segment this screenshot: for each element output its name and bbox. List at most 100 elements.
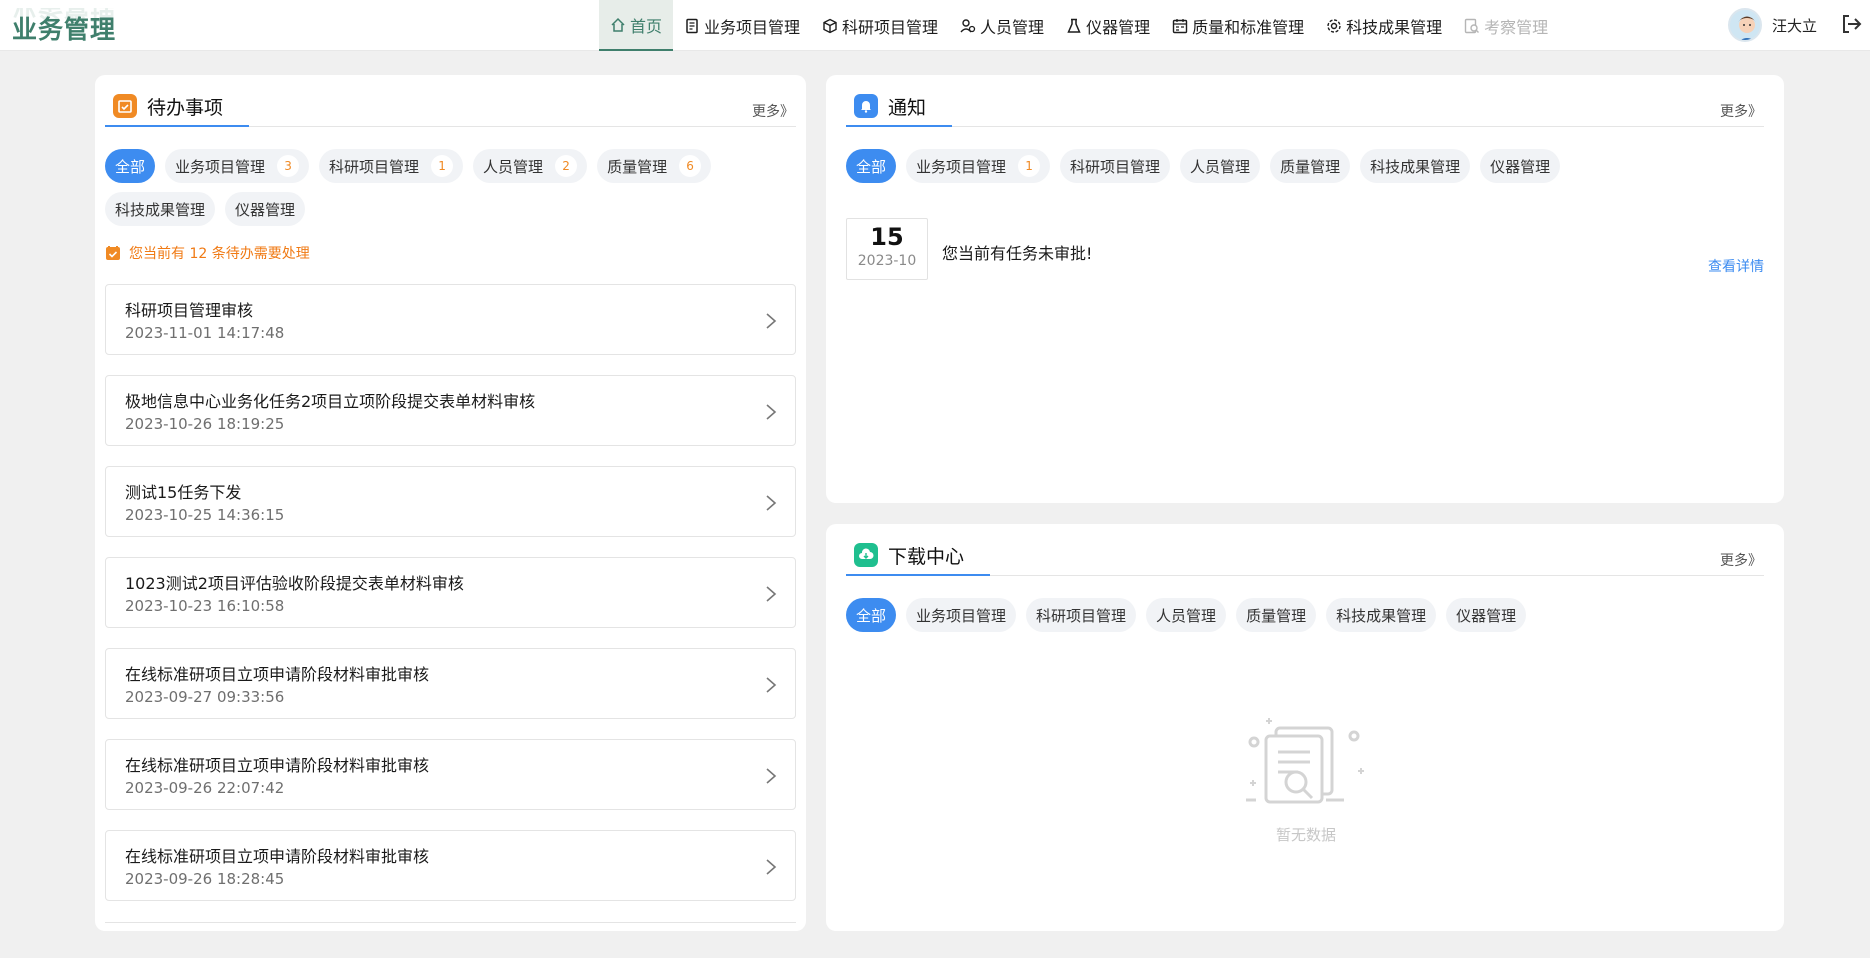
todo-item[interactable]: 在线标准研项目立项申请阶段材料审批审核 2023-09-26 22:07:42 <box>105 739 796 810</box>
filter-tab-label: 业务项目管理 <box>175 157 266 176</box>
top-bar: 业务管理 业务管理 首页 业务项目管理 科研项目管理 人员管理 仪器管理 质量和标准管理科… <box>0 0 1870 51</box>
chevron-right-icon <box>766 586 777 602</box>
empty-state: 暂无数据 <box>1226 714 1386 845</box>
search-doc-icon <box>1464 18 1480 33</box>
filter-tab[interactable]: 科技成果管理 <box>1326 598 1437 632</box>
download-tabs: 全部 业务项目管理 科研项目管理 人员管理 质量管理 科技成果管理 仪器管理 <box>846 598 1764 632</box>
logout-icon[interactable] <box>1840 13 1862 35</box>
todo-item[interactable]: 在线标准研项目立项申请阶段材料审批审核 2023-09-27 09:33:56 <box>105 648 796 719</box>
nav-item-4[interactable]: 仪器管理 <box>1055 0 1161 51</box>
download-title-text: 下载中心 <box>888 545 965 568</box>
nav-item-3[interactable]: 人员管理 <box>949 0 1055 51</box>
filter-tab[interactable]: 全部 <box>105 149 156 183</box>
cube-icon <box>823 18 837 33</box>
filter-tab-label: 科研项目管理 <box>1036 606 1127 625</box>
calendar-check-icon <box>113 94 137 118</box>
calendar-check-icon <box>106 246 120 260</box>
date-badge: 15 2023-10 <box>846 218 928 280</box>
count-badge: 2 <box>555 155 578 177</box>
app-title-reflection: 业务管理 <box>12 8 117 25</box>
notice-more-link[interactable]: 更多》 <box>1720 101 1762 121</box>
view-details-link[interactable]: 查看详情 <box>1708 256 1764 276</box>
notice-title-text: 通知 <box>888 96 927 119</box>
todo-item[interactable]: 测试15任务下发 2023-10-25 14:36:15 <box>105 466 796 537</box>
filter-tab[interactable]: 科研项目管理 <box>1026 598 1137 632</box>
filter-tab-label: 仪器管理 <box>1490 157 1551 176</box>
nav-item-label: 业务项目管理 <box>704 17 801 37</box>
notice-panel-title: 通知 <box>846 87 953 127</box>
todo-item[interactable]: 科研项目管理审核 2023-11-01 14:17:48 <box>105 284 796 355</box>
filter-tab[interactable]: 质量管理 <box>1270 149 1351 183</box>
todo-item-time: 2023-09-26 22:07:42 <box>125 779 285 797</box>
todo-item-title: 在线标准研项目立项申请阶段材料审批审核 <box>125 665 430 684</box>
main-nav: 首页 业务项目管理 科研项目管理 人员管理 仪器管理 质量和标准管理 科技成果管理 考察管理 <box>599 0 1559 51</box>
filter-tab[interactable]: 科研项目管理 1 <box>319 149 464 183</box>
filter-tab-label: 业务项目管理 <box>916 606 1007 625</box>
todo-item[interactable]: 1023测试2项目评估验收阶段提交表单材料审核 2023-10-23 16:10:… <box>105 557 796 628</box>
filter-tab[interactable]: 人员管理 <box>1180 149 1261 183</box>
filter-tab[interactable]: 全部 <box>846 149 897 183</box>
todo-panel: 待办事项 更多》 全部 业务项目管理 3 科研项目管理 1 人员管理 2 质量管理 6 科技成果管… <box>95 75 806 931</box>
filter-tab[interactable]: 人员管理 <box>1146 598 1227 632</box>
notice-text: 您当前有任务未审批! <box>942 244 1093 263</box>
nav-item-5[interactable]: 质量和标准管理 <box>1161 0 1315 51</box>
filter-tab[interactable]: 人员管理 2 <box>473 149 588 183</box>
filter-tab-label: 业务项目管理 <box>916 157 1007 176</box>
empty-text: 暂无数据 <box>1275 826 1336 844</box>
list-divider <box>105 922 796 923</box>
nav-item-2[interactable]: 科研项目管理 <box>811 0 949 51</box>
filter-tab[interactable]: 业务项目管理 3 <box>165 149 310 183</box>
date-month: 2023-10 <box>857 253 917 269</box>
nav-item-label: 科技成果管理 <box>1346 17 1443 37</box>
todo-item[interactable]: 在线标准研项目立项申请阶段材料审批审核 2023-09-26 18:28:45 <box>105 830 796 901</box>
filter-tab[interactable]: 业务项目管理 1 <box>906 149 1051 183</box>
notice-item: 15 2023-10 您当前有任务未审批! 查看详情 <box>846 218 1764 280</box>
avatar-face-icon <box>1730 10 1760 40</box>
nav-item-7: 考察管理 <box>1453 0 1559 51</box>
nav-item-label: 仪器管理 <box>1086 17 1151 37</box>
nav-item-1[interactable]: 业务项目管理 <box>673 0 811 51</box>
filter-tab[interactable]: 仪器管理 <box>1446 598 1527 632</box>
flask-icon <box>1067 18 1081 33</box>
user-name: 汪大立 <box>1772 16 1818 35</box>
todo-item-title: 1023测试2项目评估验收阶段提交表单材料审核 <box>125 574 464 593</box>
filter-tab-label: 质量管理 <box>1246 606 1307 625</box>
todo-panel-title: 待办事项 <box>105 87 250 127</box>
filter-tab[interactable]: 科技成果管理 <box>105 192 216 226</box>
filter-tab-label: 全部 <box>856 157 887 176</box>
notice-panel-header: 通知 更多》 <box>846 87 1764 127</box>
nav-item-0[interactable]: 首页 <box>599 0 674 51</box>
todo-list: 科研项目管理审核 2023-11-01 14:17:48 极地信息中心业务化任务2项… <box>105 284 796 921</box>
filter-tab-label: 科研项目管理 <box>1070 157 1161 176</box>
empty-document-icon <box>1246 718 1364 804</box>
filter-tab-label: 全部 <box>115 157 146 176</box>
nav-item-label: 人员管理 <box>980 17 1045 37</box>
nav-item-label: 首页 <box>630 16 663 36</box>
filter-tab-label: 全部 <box>856 606 887 625</box>
filter-tab[interactable]: 仪器管理 <box>1480 149 1561 183</box>
todo-item[interactable]: 极地信息中心业务化任务2项目立项阶段提交表单材料审核 2023-10-26 18:… <box>105 375 796 446</box>
todo-item-time: 2023-10-26 18:19:25 <box>125 415 285 433</box>
todo-item-title: 科研项目管理审核 <box>125 301 254 320</box>
nav-item-6[interactable]: 科技成果管理 <box>1315 0 1453 51</box>
filter-tab[interactable]: 仪器管理 <box>225 192 306 226</box>
download-more-link[interactable]: 更多》 <box>1720 550 1762 570</box>
nav-item-label: 考察管理 <box>1484 17 1549 37</box>
calendar-icon <box>1172 18 1188 33</box>
todo-title-text: 待办事项 <box>147 96 224 119</box>
home-icon <box>611 17 625 32</box>
todo-item-title: 在线标准研项目立项申请阶段材料审批审核 <box>125 847 430 866</box>
filter-tab-label: 质量管理 <box>1280 157 1341 176</box>
user-menu[interactable]: 汪大立 <box>1728 8 1817 42</box>
notice-panel: 通知 更多》 全部 业务项目管理 1 科研项目管理 人员管理 质量管理 科技成果管理 仪器管理… <box>826 75 1784 503</box>
filter-tab[interactable]: 质量管理 <box>1236 598 1317 632</box>
filter-tab[interactable]: 科研项目管理 <box>1060 149 1171 183</box>
chevron-right-icon <box>766 859 777 875</box>
todo-more-link[interactable]: 更多》 <box>752 101 794 121</box>
filter-tab[interactable]: 质量管理 6 <box>597 149 712 183</box>
avatar[interactable] <box>1728 8 1762 42</box>
filter-tab[interactable]: 业务项目管理 <box>906 598 1017 632</box>
todo-item-time: 2023-09-27 09:33:56 <box>125 688 285 706</box>
filter-tab[interactable]: 科技成果管理 <box>1360 149 1471 183</box>
filter-tab[interactable]: 全部 <box>846 598 897 632</box>
